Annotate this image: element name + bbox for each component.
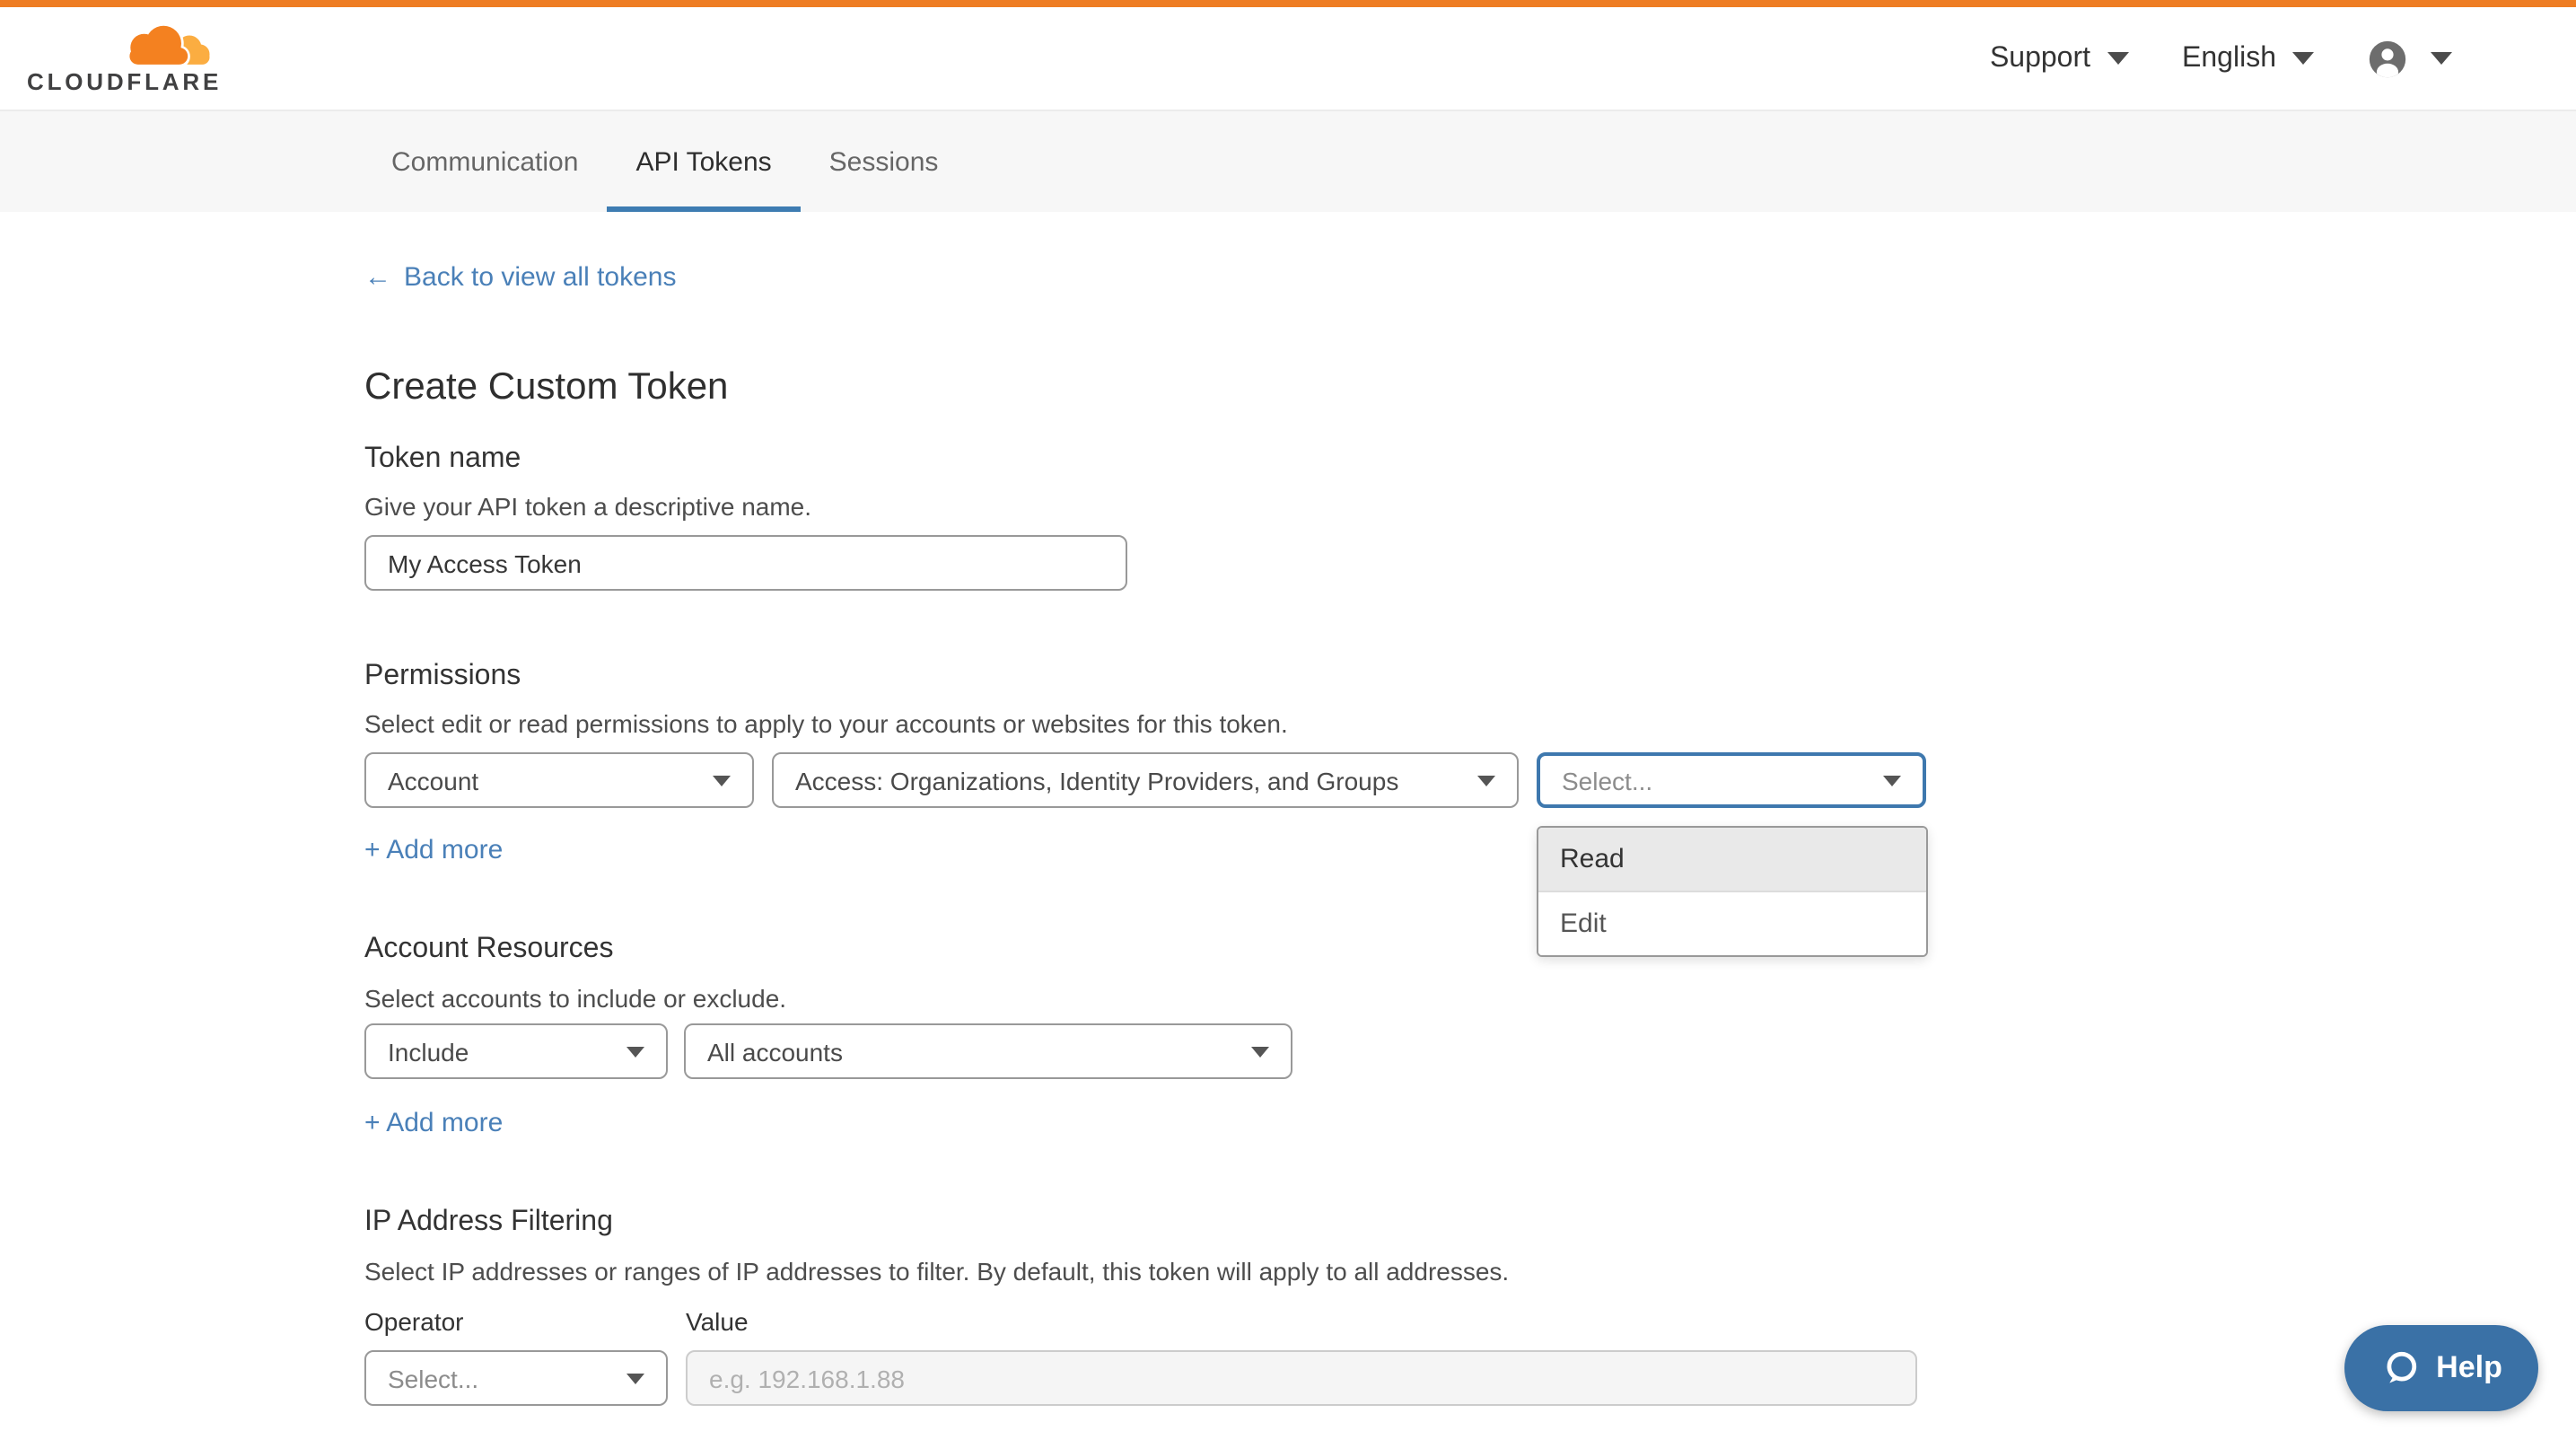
tab-communication[interactable]: Communication	[363, 111, 607, 212]
user-avatar-icon	[2368, 39, 2407, 78]
account-menu[interactable]	[2368, 39, 2452, 78]
permissions-add-more-link[interactable]: + Add more	[364, 835, 503, 865]
help-button-label: Help	[2436, 1350, 2502, 1386]
permission-group-value: Access: Organizations, Identity Provider…	[795, 766, 1398, 795]
chevron-down-icon	[1477, 775, 1495, 786]
operator-label: Operator	[364, 1307, 464, 1336]
value-label: Value	[686, 1307, 749, 1336]
ip-filtering-heading: IP Address Filtering	[364, 1207, 613, 1239]
resources-scope-dropdown[interactable]: All accounts	[684, 1023, 1292, 1079]
tab-sessions[interactable]: Sessions	[801, 111, 968, 212]
resources-mode-value: Include	[388, 1037, 469, 1066]
cloudflare-logo[interactable]: CLOUDFLARE	[27, 23, 222, 93]
ip-operator-placeholder: Select...	[388, 1364, 478, 1392]
chevron-down-icon	[1251, 1046, 1269, 1057]
chevron-down-icon	[626, 1373, 644, 1383]
support-menu[interactable]: Support	[1990, 42, 2128, 75]
chevron-down-icon	[2431, 52, 2452, 65]
chevron-down-icon	[2107, 52, 2128, 65]
back-link[interactable]: ← Back to view all tokens	[364, 262, 677, 293]
permission-scope-dropdown[interactable]: Account	[364, 752, 754, 808]
permissions-heading: Permissions	[364, 661, 521, 693]
permission-access-dropdown[interactable]: Select...	[1537, 752, 1926, 808]
permissions-description: Select edit or read permissions to apply…	[364, 709, 1288, 738]
chevron-down-icon	[1883, 775, 1901, 786]
language-menu[interactable]: English	[2182, 42, 2314, 75]
brand-accent-bar	[0, 0, 2576, 7]
ip-filtering-description: Select IP addresses or ranges of IP addr…	[364, 1257, 1509, 1286]
ip-operator-dropdown[interactable]: Select...	[364, 1350, 668, 1406]
chevron-down-icon	[713, 775, 731, 786]
token-name-input[interactable]	[364, 535, 1127, 591]
permission-scope-value: Account	[388, 766, 478, 795]
resources-add-more-link[interactable]: + Add more	[364, 1108, 503, 1138]
language-menu-label: English	[2182, 42, 2276, 75]
page-root: CLOUDFLARE Support English	[0, 0, 2576, 1431]
header-nav: Support English	[1990, 39, 2452, 78]
back-arrow-icon: ←	[364, 262, 391, 293]
resources-mode-dropdown[interactable]: Include	[364, 1023, 668, 1079]
token-name-heading: Token name	[364, 443, 521, 476]
account-resources-heading: Account Resources	[364, 934, 613, 966]
cloudflare-cloud-icon	[117, 23, 214, 72]
account-resources-description: Select accounts to include or exclude.	[364, 984, 786, 1013]
cloudflare-wordmark: CLOUDFLARE	[27, 70, 222, 93]
page-title: Create Custom Token	[364, 366, 728, 409]
token-name-description: Give your API token a descriptive name.	[364, 492, 811, 521]
permission-group-dropdown[interactable]: Access: Organizations, Identity Provider…	[772, 752, 1519, 808]
ip-value-input[interactable]	[686, 1350, 1917, 1406]
help-button[interactable]: Help	[2344, 1325, 2538, 1411]
speech-bubble-icon	[2380, 1348, 2420, 1388]
chevron-down-icon	[2292, 52, 2314, 65]
permission-access-placeholder: Select...	[1562, 766, 1652, 795]
back-link-label: Back to view all tokens	[404, 262, 677, 293]
tab-api-tokens[interactable]: API Tokens	[607, 111, 800, 212]
content: ← Back to view all tokens Create Custom …	[0, 212, 2576, 1431]
menu-option-read[interactable]: Read	[1538, 828, 1926, 892]
menu-option-edit[interactable]: Edit	[1538, 892, 1926, 955]
resources-scope-value: All accounts	[707, 1037, 843, 1066]
support-menu-label: Support	[1990, 42, 2090, 75]
chevron-down-icon	[626, 1046, 644, 1057]
header: CLOUDFLARE Support English	[0, 7, 2576, 111]
tab-bar: Communication API Tokens Sessions	[0, 111, 2576, 212]
access-options-menu: Read Edit	[1537, 826, 1928, 957]
